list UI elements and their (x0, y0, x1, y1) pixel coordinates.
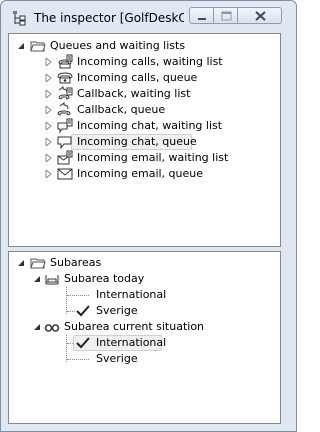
tree-node-chat-queue[interactable]: Incoming chat, queue (9, 134, 279, 150)
maximize-button[interactable] (213, 7, 238, 24)
tree-node-label: Incoming email, waiting list (77, 151, 229, 164)
tree-node-calls-queue[interactable]: Incoming calls, queue (9, 70, 279, 86)
minimize-button[interactable] (189, 7, 214, 24)
queues-tree-pane[interactable]: Queues and waiting lists Incoming calls,… (8, 33, 281, 247)
checkmark-icon (76, 337, 90, 349)
tree-node-subareas-root[interactable]: Subareas (9, 255, 279, 271)
expanded-arrow-icon[interactable] (17, 259, 25, 267)
collapsed-arrow-icon[interactable] (45, 74, 53, 82)
email-icon (57, 168, 73, 180)
inspector-window: The inspector [GolfDeskO... Queues and w… (0, 0, 297, 432)
tree-node-callback-waiting[interactable]: Callback, waiting list (9, 86, 279, 102)
expanded-arrow-icon[interactable] (33, 323, 41, 331)
collapsed-arrow-icon[interactable] (45, 106, 53, 114)
tree-node-label: Subarea current situation (64, 320, 205, 333)
tree-node-label: Sverige (96, 352, 138, 365)
tree-node-callback-queue[interactable]: Callback, queue (9, 102, 279, 118)
collapsed-arrow-icon[interactable] (45, 138, 53, 146)
collapsed-arrow-icon[interactable] (45, 58, 53, 66)
phone-icon (57, 72, 73, 84)
tree-node-email-waiting[interactable]: Incoming email, waiting list (9, 150, 279, 166)
tree-node-label: Callback, queue (77, 103, 166, 116)
tree-node-subarea-current[interactable]: Subarea current situation (9, 319, 279, 335)
callback-icon (57, 102, 71, 116)
tree-node-current-international[interactable]: International (9, 335, 279, 351)
tree-node-label: Sverige (96, 304, 138, 317)
glasses-icon (44, 324, 60, 332)
callback-list-icon (58, 86, 73, 100)
tree-node-label: Incoming email, queue (77, 167, 204, 180)
tree-node-label: Callback, waiting list (77, 87, 191, 100)
chat-icon (57, 136, 72, 150)
collapsed-arrow-icon[interactable] (45, 154, 53, 162)
tree-node-chat-waiting[interactable]: Incoming chat, waiting list (9, 118, 279, 134)
tree-node-label: International (96, 336, 167, 349)
tree-node-label: Incoming chat, waiting list (77, 119, 223, 132)
tree-node-label: Incoming chat, queue (77, 135, 197, 148)
tree-node-subarea-today[interactable]: Subarea today (9, 271, 279, 287)
tree-hierarchy-icon (13, 11, 26, 26)
collapsed-arrow-icon[interactable] (45, 122, 53, 130)
sofa-icon (45, 275, 59, 285)
tree-node-label: Queues and waiting lists (50, 39, 186, 52)
tree-node-today-international[interactable]: International (9, 287, 279, 303)
close-icon (255, 11, 266, 21)
tree-node-today-sverige[interactable]: Sverige (9, 303, 279, 319)
tree-node-label: Subareas (50, 256, 102, 269)
title-bar[interactable]: The inspector [GolfDeskO... (1, 1, 296, 31)
tree-node-label: Incoming calls, waiting list (77, 55, 223, 68)
window-title: The inspector [GolfDeskO... (34, 11, 184, 25)
tree-node-email-queue[interactable]: Incoming email, queue (9, 166, 279, 182)
subareas-tree-pane[interactable]: Subareas Subarea today International Sve… (8, 251, 281, 424)
tree-node-label: Subarea today (64, 272, 145, 285)
expanded-arrow-icon[interactable] (17, 42, 25, 50)
tree-node-label: Incoming calls, queue (77, 71, 198, 84)
expanded-arrow-icon[interactable] (33, 275, 41, 283)
collapsed-arrow-icon[interactable] (45, 90, 53, 98)
phone-list-icon (58, 54, 73, 69)
tree-node-current-sverige[interactable]: Sverige (9, 351, 279, 367)
tree-node-queues-root[interactable]: Queues and waiting lists (9, 38, 279, 54)
close-button[interactable] (237, 7, 282, 24)
minimize-icon (198, 18, 206, 20)
tree-node-label: International (96, 288, 167, 301)
chat-list-icon (57, 118, 73, 134)
folder-open-icon (30, 41, 46, 52)
checkmark-icon (76, 305, 90, 317)
folder-open-icon (30, 258, 46, 269)
collapsed-arrow-icon[interactable] (45, 170, 53, 178)
tree-node-calls-waiting[interactable]: Incoming calls, waiting list (9, 54, 279, 70)
email-list-icon (57, 150, 73, 165)
maximize-icon (221, 11, 232, 21)
